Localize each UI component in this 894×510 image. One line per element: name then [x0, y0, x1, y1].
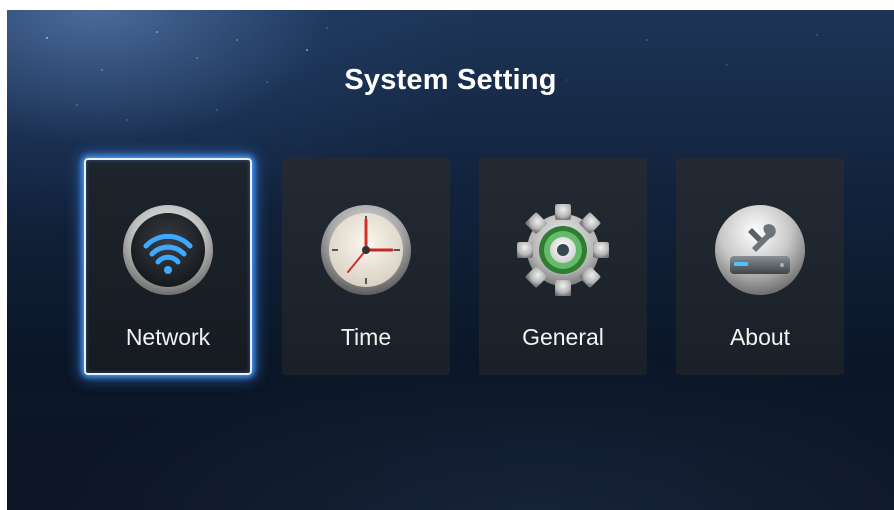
gear-icon: [517, 204, 609, 296]
menu-item-network-label: Network: [125, 324, 211, 350]
menu-item-about[interactable]: About: [676, 158, 844, 375]
clock-icon: [321, 205, 411, 295]
menu-item-time-label: Time: [340, 324, 392, 350]
page-title: System Setting: [344, 64, 557, 96]
menu-item-general-label: General: [522, 324, 604, 350]
system-setting-screen: System Setting Network Time General Abou…: [7, 10, 894, 510]
menu-item-about-label: About: [729, 324, 791, 350]
menu-item-general[interactable]: General: [479, 158, 647, 375]
menu-item-network[interactable]: Network: [84, 158, 252, 375]
wifi-icon: [123, 205, 213, 295]
disk-tools-icon: [715, 205, 805, 295]
menu-item-time[interactable]: Time: [282, 158, 450, 375]
